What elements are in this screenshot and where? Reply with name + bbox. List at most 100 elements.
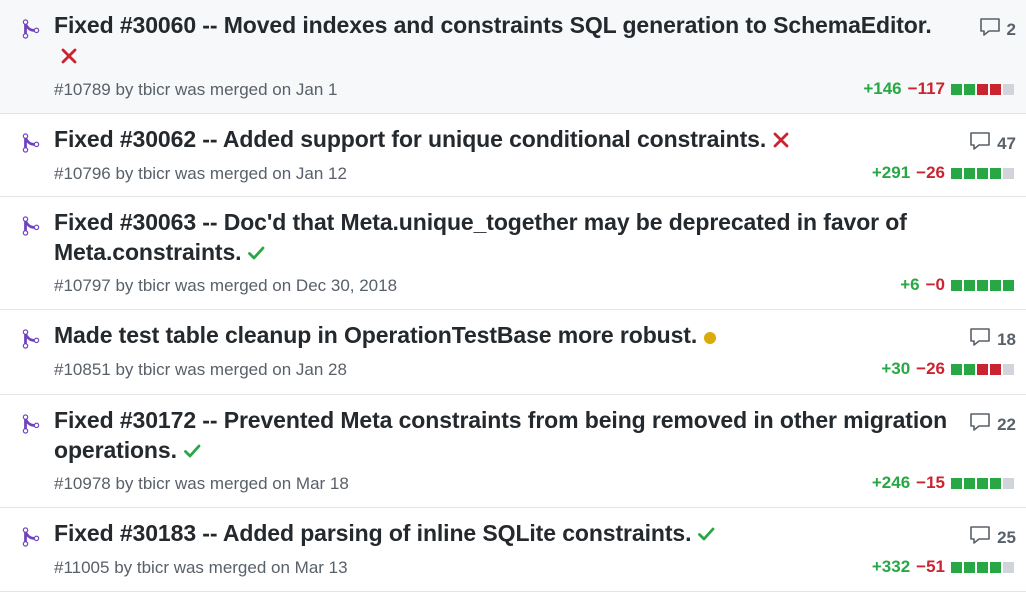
pr-title-link[interactable]: Fixed #30060 -- Moved indexes and constr… [54,12,932,38]
pull-request-row: Fixed #30062 -- Added support for unique… [0,114,1026,197]
diffstat-blocks [951,167,1014,179]
pr-title-link[interactable]: Made test table cleanup in OperationTest… [54,322,697,348]
diffstat-block-added [951,477,962,489]
diffstat-block-added [964,477,975,489]
comment-count: 47 [997,133,1016,153]
deletions-count: −0 [925,275,945,294]
diffstat-blocks [951,279,1014,291]
pr-title-container: Fixed #30172 -- Prevented Meta constrain… [54,405,954,467]
pr-title-link[interactable]: Fixed #30183 -- Added parsing of inline … [54,520,691,546]
diffstat: +246 −15 [872,473,1014,493]
diffstat-block-added [964,561,975,573]
diffstat-block-neutral [1003,363,1014,375]
pull-request-row: Made test table cleanup in OperationTest… [0,310,1026,395]
comments-link[interactable]: 18 [969,327,1016,352]
pr-title-container: Made test table cleanup in OperationTest… [54,320,954,352]
ci-pending-icon[interactable] [703,322,717,352]
comment-icon [979,17,1001,42]
diffstat: +146 −117 [863,79,1014,99]
diffstat-block-added [964,83,975,95]
pr-title-container: Fixed #30063 -- Doc'd that Meta.unique_t… [54,207,954,269]
ci-success-icon[interactable] [247,239,265,269]
pr-meta: #11005 by tbicr was merged on Mar 13 [54,558,348,577]
additions-count: +246 [871,473,911,492]
pr-meta: #10789 by tbicr was merged on Jan 1 [54,80,338,99]
comment-count: 22 [997,414,1016,434]
pull-request-row: Fixed #30183 -- Added parsing of inline … [0,508,1026,592]
merged-pr-icon [22,526,40,548]
diffstat-block-added [990,561,1001,573]
additions-count: +146 [863,79,902,98]
deletions-count: −26 [916,163,945,182]
pull-request-row: Fixed #30063 -- Doc'd that Meta.unique_t… [0,197,1026,310]
comments-link[interactable]: 22 [969,412,1016,437]
diffstat-block-deleted [977,83,988,95]
diffstat-block-deleted [977,363,988,375]
pr-meta: #10796 by tbicr was merged on Jan 12 [54,164,347,183]
merged-pr-icon [22,328,40,350]
comment-icon [969,525,991,550]
pr-title-link[interactable]: Fixed #30063 -- Doc'd that Meta.unique_t… [54,209,907,265]
additions-count: +291 [871,163,911,182]
pull-request-row: Fixed #30060 -- Moved indexes and constr… [0,0,1026,114]
diffstat-block-added [990,477,1001,489]
diffstat-block-deleted [990,363,1001,375]
diffstat: +291 −26 [872,163,1014,183]
comment-count: 2 [1006,19,1016,39]
merged-pr-icon [22,18,40,40]
diffstat-block-added [951,167,962,179]
diffstat-block-added [964,167,975,179]
deletions-count: −117 [907,79,945,98]
diffstat-block-added [990,167,1001,179]
comments-link[interactable]: 47 [969,131,1016,156]
pull-request-row: Fixed #30172 -- Prevented Meta constrain… [0,395,1026,508]
pr-meta: #10978 by tbicr was merged on Mar 18 [54,474,349,493]
comments-link[interactable]: 2 [979,17,1016,42]
diffstat-block-added [951,83,962,95]
diffstat: +332 −51 [872,557,1014,577]
diffstat-block-neutral [1003,167,1014,179]
additions-count: +6 [900,275,920,294]
pr-meta: #10797 by tbicr was merged on Dec 30, 20… [54,276,398,295]
diffstat-block-added [1003,279,1014,291]
diffstat-block-added [977,279,988,291]
ci-success-icon[interactable] [697,520,715,550]
diffstat-blocks [951,83,1014,95]
additions-count: +30 [881,359,911,378]
diffstat: +6 −0 [900,275,1014,295]
deletions-count: −51 [916,557,945,576]
diffstat-block-neutral [1003,83,1014,95]
deletions-count: −26 [916,359,945,378]
diffstat-block-added [951,363,962,375]
diffstat-block-deleted [990,83,1001,95]
deletions-count: −15 [916,473,945,492]
comment-count: 25 [997,527,1016,547]
diffstat-block-neutral [1003,477,1014,489]
diffstat-block-added [964,279,975,291]
diffstat-block-added [951,279,962,291]
additions-count: +332 [871,557,911,576]
diffstat-block-added [951,561,962,573]
diffstat-blocks [951,363,1014,375]
ci-success-icon[interactable] [183,437,201,467]
diffstat-block-added [977,561,988,573]
ci-failure-icon[interactable] [772,126,790,156]
merged-pr-icon [22,132,40,154]
pr-title-container: Fixed #30062 -- Added support for unique… [54,124,954,156]
comment-icon [969,131,991,156]
merged-pr-icon [22,215,40,237]
diffstat-blocks [951,561,1014,573]
ci-failure-icon[interactable] [60,42,78,72]
diffstat: +30 −26 [881,359,1014,379]
diffstat-blocks [951,477,1014,489]
comment-icon [969,412,991,437]
pr-title-link[interactable]: Fixed #30062 -- Added support for unique… [54,126,766,152]
comment-count: 18 [997,329,1016,349]
diffstat-block-added [977,477,988,489]
comment-icon [969,327,991,352]
comments-link[interactable]: 25 [969,525,1016,550]
pr-title-container: Fixed #30183 -- Added parsing of inline … [54,518,954,550]
merged-pr-icon [22,413,40,435]
diffstat-block-added [964,363,975,375]
pr-meta: #10851 by tbicr was merged on Jan 28 [54,360,347,379]
